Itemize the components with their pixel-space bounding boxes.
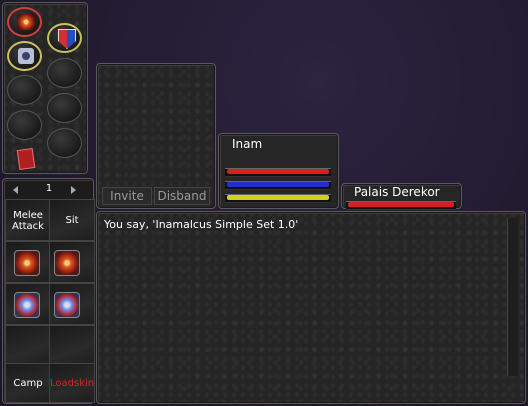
player-name: Inam (232, 137, 263, 151)
player-mana-bar (227, 182, 329, 187)
spell-gem-7[interactable] (7, 110, 42, 140)
spell-gem-3[interactable] (7, 41, 42, 71)
next-page-button[interactable] (67, 185, 81, 195)
spell-gem-4[interactable] (47, 58, 82, 88)
left-arrow-icon (13, 186, 18, 194)
fire-spell-icon (14, 250, 40, 276)
player-stamina-bar (227, 195, 329, 200)
loadskin-label: Loadskin (50, 378, 95, 389)
fire-spell-icon (54, 250, 80, 276)
chat-scrollbar[interactable] (507, 218, 518, 376)
spell-gem-window (2, 2, 88, 174)
target-window: Palais Derekor (341, 183, 462, 210)
hotkey-5[interactable] (5, 283, 51, 325)
target-hp-bar (348, 202, 454, 207)
spellbook-icon[interactable] (16, 147, 36, 171)
hotkey-loadskin[interactable]: Loadskin (49, 363, 95, 403)
invite-label: Invite (110, 189, 144, 203)
shield-spell-icon (58, 29, 76, 49)
hotbar-window: 1 Melee Attack Sit Camp Loadskin (2, 178, 95, 404)
hotkey-camp[interactable]: Camp (5, 363, 51, 403)
spell-gem-1[interactable] (7, 7, 42, 37)
shield-spell-icon (54, 292, 80, 318)
right-arrow-icon (71, 186, 76, 194)
sit-label: Sit (65, 215, 79, 226)
disband-label: Disband (157, 189, 207, 203)
spell-gem-2[interactable] (47, 23, 82, 53)
hotkey-6[interactable] (49, 283, 95, 325)
spell-gem-8[interactable] (47, 128, 82, 158)
shield-spell-icon (14, 292, 40, 318)
spell-gem-5[interactable] (7, 75, 42, 105)
disband-button[interactable]: Disband (154, 187, 210, 205)
swirl-spell-icon (17, 14, 35, 30)
invite-button[interactable]: Invite (102, 187, 152, 205)
hotkey-melee-attack[interactable]: Melee Attack (5, 199, 51, 241)
spell-gem-6[interactable] (47, 93, 82, 123)
target-name: Palais Derekor (354, 185, 440, 199)
player-window: Inam (218, 133, 339, 209)
camp-label: Camp (13, 378, 43, 389)
chat-line: You say, 'Inamalcus Simple Set 1.0' (104, 218, 299, 231)
hotkey-sit[interactable]: Sit (49, 199, 95, 241)
player-hp-bar (227, 169, 329, 174)
group-window: Invite Disband (96, 63, 216, 209)
hotkey-4[interactable] (49, 241, 95, 283)
chat-window: You say, 'Inamalcus Simple Set 1.0' (96, 211, 526, 404)
hotkey-3[interactable] (5, 241, 51, 283)
hotkey-7[interactable] (5, 325, 51, 367)
hotbar-page-number: 1 (45, 183, 53, 194)
hotkey-8[interactable] (49, 325, 95, 367)
skull-spell-icon (18, 48, 34, 64)
prev-page-button[interactable] (9, 185, 23, 195)
melee-attack-label: Melee Attack (12, 210, 44, 232)
